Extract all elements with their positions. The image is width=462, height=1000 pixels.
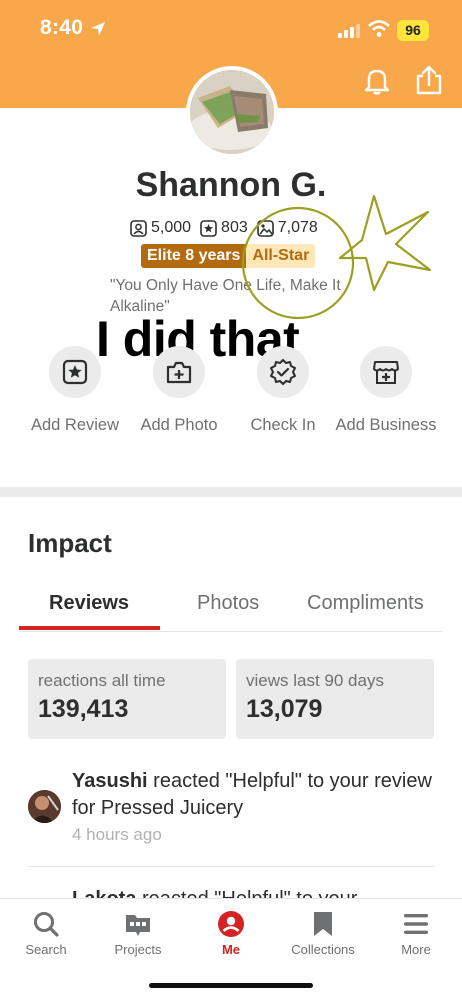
tab-reviews[interactable]: Reviews bbox=[49, 592, 129, 615]
profile-stats: 5,000 803 7,078 bbox=[130, 219, 327, 237]
views-value: 13,079 bbox=[246, 695, 323, 723]
impact-tabs: Reviews Photos Compliments bbox=[19, 590, 443, 632]
badges: Elite 8 years All-Star bbox=[141, 244, 316, 268]
avatar[interactable] bbox=[28, 790, 61, 823]
tab-search-label: Search bbox=[25, 942, 67, 957]
photos-stat: 7,078 bbox=[256, 219, 318, 237]
tab-search[interactable]: Search bbox=[0, 909, 92, 957]
add-photo-button[interactable]: Add Photo bbox=[124, 346, 234, 436]
photos-count: 7,078 bbox=[277, 219, 318, 236]
activity-item[interactable]: Yasushi reacted "Helpful" to your review… bbox=[28, 768, 434, 858]
projects-icon bbox=[126, 915, 150, 936]
activity-text: Lakota reacted "Helpful" to your bbox=[72, 886, 432, 898]
add-business-circle[interactable] bbox=[360, 346, 412, 398]
reactions-label: reactions all time bbox=[38, 671, 166, 690]
allstar-badge[interactable]: All-Star bbox=[246, 244, 316, 268]
star-review-small-icon bbox=[200, 219, 217, 237]
camera-plus-icon bbox=[166, 361, 192, 384]
profile-avatar[interactable] bbox=[186, 66, 278, 158]
signal-icon bbox=[338, 24, 360, 38]
activity-item[interactable]: Lakota reacted "Helpful" to your bbox=[28, 886, 434, 898]
storefront-plus-icon bbox=[373, 361, 399, 384]
add-review-label: Add Review bbox=[30, 416, 120, 434]
star-review-icon bbox=[62, 359, 88, 385]
reactions-card: reactions all time 139,413 bbox=[28, 659, 226, 739]
search-icon bbox=[34, 912, 59, 937]
user-avatar-photo bbox=[28, 790, 61, 823]
wifi-icon bbox=[368, 20, 390, 37]
bookmark-icon bbox=[314, 912, 332, 936]
me-icon bbox=[218, 911, 244, 937]
section-divider bbox=[0, 487, 462, 497]
bell-icon[interactable] bbox=[362, 66, 392, 96]
reviews-stat: 803 bbox=[200, 219, 248, 237]
activity-message: reacted "Helpful" to your bbox=[136, 888, 357, 898]
views-card: views last 90 days 13,079 bbox=[236, 659, 434, 739]
reactions-value: 139,413 bbox=[38, 695, 129, 723]
tab-projects-label: Projects bbox=[114, 942, 162, 957]
views-label: views last 90 days bbox=[246, 671, 384, 690]
friends-icon bbox=[130, 219, 147, 237]
activity-divider bbox=[28, 866, 434, 867]
check-badge-icon bbox=[270, 359, 296, 385]
active-tab-indicator bbox=[19, 626, 160, 630]
sandwich-photo bbox=[190, 70, 274, 154]
menu-icon bbox=[404, 914, 428, 934]
tab-me[interactable]: Me bbox=[185, 909, 277, 957]
profile-name: Shannon G. bbox=[135, 166, 327, 204]
check-in-button[interactable]: Check In bbox=[228, 346, 338, 436]
battery-indicator: 96 bbox=[397, 20, 429, 41]
friends-stat: 5,000 bbox=[130, 219, 191, 237]
location-arrow-icon bbox=[91, 22, 105, 36]
add-photo-label: Add Photo bbox=[140, 416, 218, 434]
activity-user[interactable]: Lakota bbox=[72, 888, 136, 898]
impact-title: Impact bbox=[28, 528, 112, 558]
add-photo-circle[interactable] bbox=[153, 346, 205, 398]
tab-more[interactable]: More bbox=[370, 909, 462, 957]
tab-compliments[interactable]: Compliments bbox=[307, 592, 424, 615]
profile-actions: Add Review Add Photo Check In Add Busine… bbox=[0, 346, 462, 466]
share-icon[interactable] bbox=[414, 64, 444, 96]
home-indicator[interactable] bbox=[149, 983, 313, 988]
tab-more-label: More bbox=[401, 942, 431, 957]
photo-icon bbox=[256, 219, 274, 237]
add-review-circle[interactable] bbox=[49, 346, 101, 398]
tab-me-label: Me bbox=[221, 942, 241, 957]
reviews-count: 803 bbox=[221, 219, 248, 236]
elite-badge[interactable]: Elite 8 years bbox=[141, 244, 247, 268]
tab-collections-label: Collections bbox=[291, 942, 355, 957]
status-time: 8:40 bbox=[40, 16, 84, 39]
tab-collections[interactable]: Collections bbox=[277, 909, 369, 957]
activity-time: 4 hours ago bbox=[72, 825, 162, 844]
activity-user[interactable]: Yasushi bbox=[72, 770, 148, 792]
check-in-circle[interactable] bbox=[257, 346, 309, 398]
tab-photos[interactable]: Photos bbox=[197, 592, 259, 615]
add-business-label: Add Business bbox=[335, 416, 437, 434]
activity-text: Yasushi reacted "Helpful" to your review… bbox=[72, 768, 432, 822]
add-review-button[interactable]: Add Review bbox=[20, 346, 130, 436]
tab-projects[interactable]: Projects bbox=[92, 909, 184, 957]
friends-count: 5,000 bbox=[151, 219, 192, 236]
add-business-button[interactable]: Add Business bbox=[331, 346, 441, 436]
check-in-label: Check In bbox=[250, 416, 316, 434]
